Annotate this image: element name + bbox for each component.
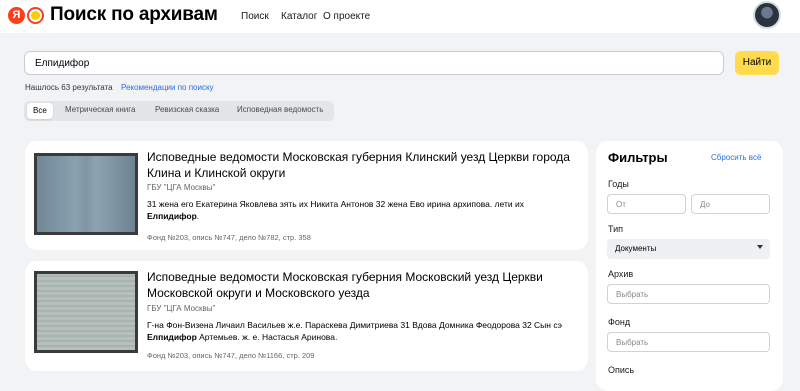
search-button[interactable]: Найти: [735, 51, 779, 75]
tab-confession-record[interactable]: Исповедная ведомость: [237, 105, 323, 114]
tab-metric-book[interactable]: Метрическая книга: [65, 105, 135, 114]
results-count: Нашлось 63 результата: [25, 83, 113, 92]
year-from-input[interactable]: От: [607, 194, 686, 214]
result-reference: Фонд №203, опись №747, дело №1166, стр. …: [147, 351, 315, 360]
result-title[interactable]: Исповедные ведомости Московская губерния…: [147, 269, 577, 301]
years-label: Годы: [608, 179, 629, 189]
document-thumbnail[interactable]: [34, 271, 138, 353]
top-bar: Я Поиск по архивам Поиск Каталог О проек…: [0, 0, 800, 33]
nav-link-search[interactable]: Поиск: [241, 11, 269, 22]
year-to-input[interactable]: До: [691, 194, 770, 214]
archive-label: Архив: [608, 269, 634, 279]
nav-link-catalog[interactable]: Каталог: [281, 11, 317, 22]
search-highlight: Елпидифор: [147, 211, 197, 221]
type-label: Тип: [608, 224, 624, 234]
search-tips-link[interactable]: Рекомендации по поиску: [121, 83, 214, 92]
result-card[interactable]: Исповедные ведомости Московская губерния…: [25, 141, 588, 250]
nav-link-about[interactable]: О проекте: [323, 11, 370, 22]
result-source: ГБУ "ЦГА Москвы": [147, 183, 216, 192]
type-select[interactable]: Документы: [607, 239, 770, 259]
result-snippet: 31 жена его Екатерина Яковлева зять их Н…: [147, 199, 524, 221]
search-highlight: Елпидифор: [147, 332, 197, 342]
archive-logo-icon[interactable]: [27, 7, 44, 24]
reset-filters-link[interactable]: Сбросить всё: [711, 153, 761, 162]
fond-label: Фонд: [608, 317, 631, 327]
result-reference: Фонд №203, опись №747, дело №782, стр. 3…: [147, 233, 311, 242]
opis-label: Опись: [608, 365, 635, 375]
result-snippet: Г-на Фон-Визена Личаил Васильев ж.е. Пар…: [147, 320, 563, 342]
result-title[interactable]: Исповедные ведомости Московская губерния…: [147, 149, 577, 181]
tab-all[interactable]: Все: [27, 103, 53, 119]
archive-select[interactable]: Выбрать: [607, 284, 770, 304]
chevron-down-icon: [757, 245, 763, 249]
fond-select[interactable]: Выбрать: [607, 332, 770, 352]
search-input[interactable]: Елпидифор: [24, 51, 724, 75]
document-type-tabs: Все Метрическая книга Ревизская сказка И…: [24, 101, 334, 121]
yandex-logo-icon[interactable]: Я: [8, 7, 25, 24]
service-title[interactable]: Поиск по архивам: [50, 4, 218, 26]
result-card[interactable]: Исповедные ведомости Московская губерния…: [25, 261, 588, 371]
filters-title: Фильтры: [608, 150, 668, 165]
document-thumbnail[interactable]: [34, 153, 138, 235]
tab-revision-tale[interactable]: Ревизская сказка: [155, 105, 219, 114]
filters-panel: Фильтры Сбросить всё Годы От До Тип Доку…: [596, 141, 783, 391]
user-avatar[interactable]: [753, 1, 781, 29]
result-source: ГБУ "ЦГА Москвы": [147, 304, 216, 313]
type-select-value: Документы: [615, 244, 657, 253]
